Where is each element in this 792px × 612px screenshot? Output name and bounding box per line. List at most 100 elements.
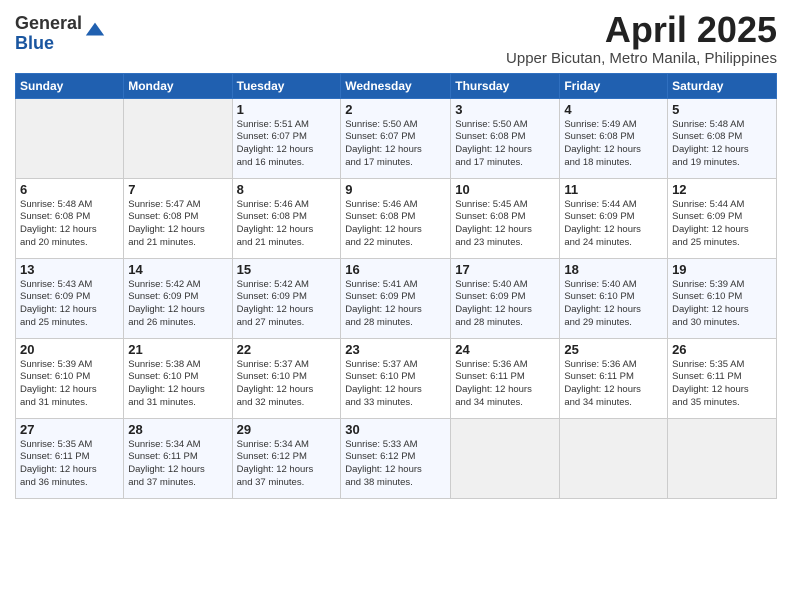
day-info: Sunrise: 5:49 AM Sunset: 6:08 PM Dayligh… bbox=[564, 119, 663, 170]
day-number: 19 bbox=[672, 262, 772, 277]
day-number: 15 bbox=[237, 262, 337, 277]
calendar-cell: 26 Sunrise: 5:35 AM Sunset: 6:11 PM Dayli… bbox=[668, 338, 777, 418]
weekday-header-sunday: Sunday bbox=[16, 73, 124, 98]
day-info: Sunrise: 5:40 AM Sunset: 6:10 PM Dayligh… bbox=[564, 279, 663, 330]
calendar-cell: 3Sunrise: 5:50 AM Sunset: 6:08 PM Daylig… bbox=[451, 98, 560, 178]
calendar-cell: 20 Sunrise: 5:39 AM Sunset: 6:10 PM Dayli… bbox=[16, 338, 124, 418]
calendar-cell: 22 Sunrise: 5:37 AM Sunset: 6:10 PM Dayli… bbox=[232, 338, 341, 418]
day-number: 25 bbox=[564, 342, 663, 357]
day-number: 24 bbox=[455, 342, 555, 357]
calendar-cell: 30 Sunrise: 5:33 AM Sunset: 6:12 PM Dayli… bbox=[341, 418, 451, 498]
day-info: Sunrise: 5:47 AM Sunset: 6:08 PM Dayligh… bbox=[128, 199, 227, 250]
calendar-cell: 11 Sunrise: 5:44 AM Sunset: 6:09 PM Dayli… bbox=[560, 178, 668, 258]
week-row-1: 1Sunrise: 5:51 AM Sunset: 6:07 PM Daylig… bbox=[16, 98, 777, 178]
logo-general: General bbox=[15, 14, 82, 34]
day-info: Sunrise: 5:42 AM Sunset: 6:09 PM Dayligh… bbox=[128, 279, 227, 330]
day-number: 8 bbox=[237, 182, 337, 197]
calendar-cell bbox=[16, 98, 124, 178]
calendar-cell: 14 Sunrise: 5:42 AM Sunset: 6:09 PM Dayli… bbox=[124, 258, 232, 338]
calendar-cell: 9 Sunrise: 5:46 AM Sunset: 6:08 PM Daylig… bbox=[341, 178, 451, 258]
day-number: 14 bbox=[128, 262, 227, 277]
calendar-cell: 25Sunrise: 5:36 AM Sunset: 6:11 PM Dayli… bbox=[560, 338, 668, 418]
day-info: Sunrise: 5:42 AM Sunset: 6:09 PM Dayligh… bbox=[237, 279, 337, 330]
day-number: 22 bbox=[237, 342, 337, 357]
calendar-cell: 8 Sunrise: 5:46 AM Sunset: 6:08 PM Daylig… bbox=[232, 178, 341, 258]
calendar-cell: 23 Sunrise: 5:37 AM Sunset: 6:10 PM Dayli… bbox=[341, 338, 451, 418]
weekday-header-friday: Friday bbox=[560, 73, 668, 98]
day-info: Sunrise: 5:33 AM Sunset: 6:12 PM Dayligh… bbox=[345, 439, 446, 490]
logo: General Blue bbox=[15, 14, 106, 54]
day-info: Sunrise: 5:46 AM Sunset: 6:08 PM Dayligh… bbox=[345, 199, 446, 250]
calendar-cell: 7 Sunrise: 5:47 AM Sunset: 6:08 PM Daylig… bbox=[124, 178, 232, 258]
title-area: April 2025 Upper Bicutan, Metro Manila, … bbox=[506, 10, 777, 67]
calendar-cell: 28 Sunrise: 5:34 AM Sunset: 6:11 PM Dayli… bbox=[124, 418, 232, 498]
month-title: April 2025 bbox=[506, 10, 777, 50]
calendar-cell: 27 Sunrise: 5:35 AM Sunset: 6:11 PM Dayli… bbox=[16, 418, 124, 498]
calendar-cell: 13Sunrise: 5:43 AM Sunset: 6:09 PM Dayli… bbox=[16, 258, 124, 338]
day-number: 9 bbox=[345, 182, 446, 197]
logo-blue: Blue bbox=[15, 34, 82, 54]
calendar-cell bbox=[124, 98, 232, 178]
day-number: 18 bbox=[564, 262, 663, 277]
day-info: Sunrise: 5:51 AM Sunset: 6:07 PM Dayligh… bbox=[237, 119, 337, 170]
day-info: Sunrise: 5:50 AM Sunset: 6:08 PM Dayligh… bbox=[455, 119, 555, 170]
calendar-cell: 21Sunrise: 5:38 AM Sunset: 6:10 PM Dayli… bbox=[124, 338, 232, 418]
calendar-cell: 29Sunrise: 5:34 AM Sunset: 6:12 PM Dayli… bbox=[232, 418, 341, 498]
day-info: Sunrise: 5:44 AM Sunset: 6:09 PM Dayligh… bbox=[672, 199, 772, 250]
day-info: Sunrise: 5:34 AM Sunset: 6:12 PM Dayligh… bbox=[237, 439, 337, 490]
day-number: 27 bbox=[20, 422, 119, 437]
calendar-cell: 12 Sunrise: 5:44 AM Sunset: 6:09 PM Dayli… bbox=[668, 178, 777, 258]
day-info: Sunrise: 5:36 AM Sunset: 6:11 PM Dayligh… bbox=[455, 359, 555, 410]
day-number: 12 bbox=[672, 182, 772, 197]
calendar-cell: 24 Sunrise: 5:36 AM Sunset: 6:11 PM Dayli… bbox=[451, 338, 560, 418]
calendar-cell: 1Sunrise: 5:51 AM Sunset: 6:07 PM Daylig… bbox=[232, 98, 341, 178]
calendar-cell: 15 Sunrise: 5:42 AM Sunset: 6:09 PM Dayli… bbox=[232, 258, 341, 338]
calendar-cell: 5 Sunrise: 5:48 AM Sunset: 6:08 PM Daylig… bbox=[668, 98, 777, 178]
day-info: Sunrise: 5:37 AM Sunset: 6:10 PM Dayligh… bbox=[345, 359, 446, 410]
day-info: Sunrise: 5:41 AM Sunset: 6:09 PM Dayligh… bbox=[345, 279, 446, 330]
day-number: 21 bbox=[128, 342, 227, 357]
weekday-header-row: SundayMondayTuesdayWednesdayThursdayFrid… bbox=[16, 73, 777, 98]
calendar-cell: 18 Sunrise: 5:40 AM Sunset: 6:10 PM Dayli… bbox=[560, 258, 668, 338]
weekday-header-saturday: Saturday bbox=[668, 73, 777, 98]
week-row-4: 20 Sunrise: 5:39 AM Sunset: 6:10 PM Dayli… bbox=[16, 338, 777, 418]
header: General Blue April 2025 Upper Bicutan, M… bbox=[15, 10, 777, 67]
day-info: Sunrise: 5:39 AM Sunset: 6:10 PM Dayligh… bbox=[20, 359, 119, 410]
day-number: 6 bbox=[20, 182, 119, 197]
day-info: Sunrise: 5:34 AM Sunset: 6:11 PM Dayligh… bbox=[128, 439, 227, 490]
day-info: Sunrise: 5:39 AM Sunset: 6:10 PM Dayligh… bbox=[672, 279, 772, 330]
calendar-cell bbox=[668, 418, 777, 498]
day-info: Sunrise: 5:48 AM Sunset: 6:08 PM Dayligh… bbox=[672, 119, 772, 170]
week-row-5: 27 Sunrise: 5:35 AM Sunset: 6:11 PM Dayli… bbox=[16, 418, 777, 498]
day-number: 20 bbox=[20, 342, 119, 357]
day-number: 17 bbox=[455, 262, 555, 277]
day-info: Sunrise: 5:35 AM Sunset: 6:11 PM Dayligh… bbox=[672, 359, 772, 410]
weekday-header-tuesday: Tuesday bbox=[232, 73, 341, 98]
day-info: Sunrise: 5:40 AM Sunset: 6:09 PM Dayligh… bbox=[455, 279, 555, 330]
day-number: 16 bbox=[345, 262, 446, 277]
calendar-cell: 16 Sunrise: 5:41 AM Sunset: 6:09 PM Dayli… bbox=[341, 258, 451, 338]
day-info: Sunrise: 5:37 AM Sunset: 6:10 PM Dayligh… bbox=[237, 359, 337, 410]
logo-icon bbox=[84, 19, 106, 41]
day-info: Sunrise: 5:35 AM Sunset: 6:11 PM Dayligh… bbox=[20, 439, 119, 490]
calendar-cell: 4Sunrise: 5:49 AM Sunset: 6:08 PM Daylig… bbox=[560, 98, 668, 178]
day-number: 23 bbox=[345, 342, 446, 357]
day-info: Sunrise: 5:46 AM Sunset: 6:08 PM Dayligh… bbox=[237, 199, 337, 250]
calendar-cell: 17 Sunrise: 5:40 AM Sunset: 6:09 PM Dayli… bbox=[451, 258, 560, 338]
day-number: 26 bbox=[672, 342, 772, 357]
calendar-cell: 2Sunrise: 5:50 AM Sunset: 6:07 PM Daylig… bbox=[341, 98, 451, 178]
day-info: Sunrise: 5:44 AM Sunset: 6:09 PM Dayligh… bbox=[564, 199, 663, 250]
day-number: 5 bbox=[672, 102, 772, 117]
location-title: Upper Bicutan, Metro Manila, Philippines bbox=[506, 50, 777, 67]
weekday-header-monday: Monday bbox=[124, 73, 232, 98]
day-number: 7 bbox=[128, 182, 227, 197]
day-info: Sunrise: 5:50 AM Sunset: 6:07 PM Dayligh… bbox=[345, 119, 446, 170]
day-number: 28 bbox=[128, 422, 227, 437]
day-number: 30 bbox=[345, 422, 446, 437]
day-info: Sunrise: 5:43 AM Sunset: 6:09 PM Dayligh… bbox=[20, 279, 119, 330]
calendar-cell bbox=[451, 418, 560, 498]
week-row-2: 6Sunrise: 5:48 AM Sunset: 6:08 PM Daylig… bbox=[16, 178, 777, 258]
calendar-cell: 19 Sunrise: 5:39 AM Sunset: 6:10 PM Dayli… bbox=[668, 258, 777, 338]
day-number: 11 bbox=[564, 182, 663, 197]
calendar-table: SundayMondayTuesdayWednesdayThursdayFrid… bbox=[15, 73, 777, 499]
